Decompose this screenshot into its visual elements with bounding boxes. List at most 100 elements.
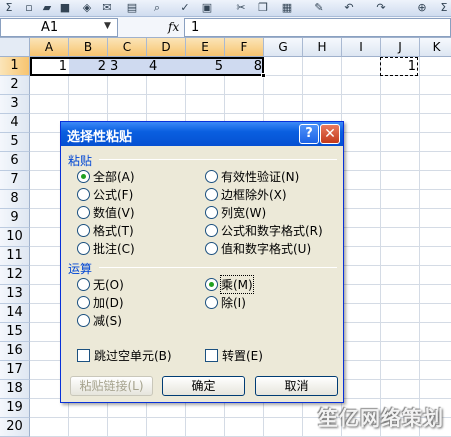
cut-icon[interactable]: ✂ bbox=[234, 1, 248, 14]
redo-icon[interactable]: ↷ bbox=[374, 1, 388, 14]
radio-paste-formats[interactable]: 格式(T) bbox=[77, 222, 134, 238]
radio-operation-multiply[interactable]: 乘(M) bbox=[205, 274, 254, 294]
radio-paste-values[interactable]: 数值(V) bbox=[77, 204, 135, 220]
email-icon[interactable]: ✉ bbox=[100, 1, 114, 14]
cell-a1[interactable]: 1 bbox=[30, 58, 69, 75]
copy-icon[interactable]: ❐ bbox=[256, 1, 270, 14]
column-header-e[interactable]: E bbox=[186, 38, 225, 57]
column-header-i[interactable]: I bbox=[342, 38, 381, 57]
row-header-11[interactable]: 11 bbox=[0, 247, 30, 266]
row-header-1[interactable]: 1 bbox=[0, 57, 30, 76]
row-header-8[interactable]: 8 bbox=[0, 190, 30, 209]
gridline bbox=[419, 57, 420, 437]
cell-c1[interactable]: 3 bbox=[108, 58, 147, 75]
column-header-b[interactable]: B bbox=[69, 38, 108, 57]
name-box[interactable]: A1 bbox=[0, 18, 118, 37]
new-file-icon[interactable]: ▫ bbox=[22, 1, 36, 14]
research-icon[interactable]: ▣ bbox=[200, 1, 214, 14]
radio-paste-all-except-borders[interactable]: 边框除外(X) bbox=[205, 186, 287, 202]
row-header-18[interactable]: 18 bbox=[0, 380, 30, 399]
column-header-f[interactable]: F bbox=[225, 38, 264, 57]
column-header-a[interactable]: A bbox=[30, 38, 69, 57]
select-all-corner[interactable] bbox=[0, 38, 30, 57]
radio-paste-formulas-and-number-formats[interactable]: 公式和数字格式(R) bbox=[205, 222, 323, 238]
column-header-j[interactable]: J bbox=[381, 38, 420, 57]
radio-operation-add[interactable]: 加(D) bbox=[77, 294, 124, 310]
watermark: 笙亿网络策划 bbox=[318, 406, 444, 430]
radio-label: 数值(V) bbox=[93, 205, 135, 220]
divider bbox=[99, 267, 337, 268]
save-icon[interactable]: ■ bbox=[58, 1, 72, 14]
permission-icon[interactable]: ◈ bbox=[80, 1, 94, 14]
row-header-14[interactable]: 14 bbox=[0, 304, 30, 323]
row-header-4[interactable]: 4 bbox=[0, 114, 30, 133]
transpose-checkbox[interactable]: 转置(E) bbox=[205, 347, 263, 363]
checkbox-label: 转置(E) bbox=[222, 348, 263, 363]
autosum-icon[interactable]: Σ bbox=[2, 1, 16, 14]
column-header-c[interactable]: C bbox=[108, 38, 147, 57]
row-header-9[interactable]: 9 bbox=[0, 209, 30, 228]
cell-e1[interactable]: 5 bbox=[186, 58, 225, 75]
cancel-button[interactable]: 取消 bbox=[255, 376, 338, 396]
radio-icon bbox=[205, 295, 218, 309]
insert-function-icon[interactable]: fx bbox=[168, 20, 179, 34]
row-header-17[interactable]: 17 bbox=[0, 361, 30, 380]
radio-paste-validation[interactable]: 有效性验证(N) bbox=[205, 168, 299, 184]
print-preview-icon[interactable]: ⌕ bbox=[150, 1, 164, 14]
open-folder-icon[interactable]: ▰ bbox=[40, 1, 54, 14]
row-header-16[interactable]: 16 bbox=[0, 342, 30, 361]
gridline bbox=[30, 94, 451, 95]
format-painter-icon[interactable]: ✎ bbox=[312, 1, 326, 14]
row-header-10[interactable]: 10 bbox=[0, 228, 30, 247]
row-header-15[interactable]: 15 bbox=[0, 323, 30, 342]
row-header-2[interactable]: 2 bbox=[0, 76, 30, 95]
row-header-7[interactable]: 7 bbox=[0, 171, 30, 190]
row-header-19[interactable]: 19 bbox=[0, 399, 30, 418]
dialog-title-bar[interactable]: 选择性粘贴 ? ✕ bbox=[61, 122, 343, 146]
column-header-h[interactable]: H bbox=[303, 38, 342, 57]
cell-f1[interactable]: 8 bbox=[225, 58, 264, 75]
gridline bbox=[30, 113, 451, 114]
paste-link-button[interactable]: 粘贴链接(L) bbox=[70, 376, 153, 396]
radio-label: 边框除外(X) bbox=[221, 187, 287, 202]
row-header-6[interactable]: 6 bbox=[0, 152, 30, 171]
help-button[interactable]: ? bbox=[299, 124, 319, 144]
radio-paste-all[interactable]: 全部(A) bbox=[77, 168, 135, 184]
cell-d1[interactable]: 4 bbox=[147, 58, 186, 75]
column-header-k[interactable]: K bbox=[420, 38, 451, 57]
paste-icon[interactable]: ▦ bbox=[280, 1, 294, 14]
row-header-20[interactable]: 20 bbox=[0, 418, 30, 437]
row-header-13[interactable]: 13 bbox=[0, 285, 30, 304]
radio-operation-none[interactable]: 无(O) bbox=[77, 276, 124, 292]
checkbox-icon bbox=[205, 348, 218, 362]
ok-button[interactable]: 确定 bbox=[162, 376, 245, 396]
radio-paste-values-and-number-formats[interactable]: 值和数字格式(U) bbox=[205, 240, 311, 256]
radio-paste-formulas[interactable]: 公式(F) bbox=[77, 186, 133, 202]
radio-paste-column-widths[interactable]: 列宽(W) bbox=[205, 204, 266, 220]
column-header-g[interactable]: G bbox=[264, 38, 303, 57]
radio-paste-comments[interactable]: 批注(C) bbox=[77, 240, 135, 256]
radio-icon bbox=[205, 205, 218, 219]
radio-icon bbox=[77, 313, 90, 327]
column-header-d[interactable]: D bbox=[147, 38, 186, 57]
radio-operation-divide[interactable]: 除(I) bbox=[205, 294, 246, 310]
print-icon[interactable]: ▤ bbox=[125, 1, 139, 14]
radio-icon bbox=[77, 205, 90, 219]
dialog-title: 选择性粘贴 bbox=[67, 130, 133, 145]
radio-label: 乘(M) bbox=[220, 274, 254, 294]
close-button[interactable]: ✕ bbox=[320, 124, 340, 144]
cell-b1[interactable]: 2 bbox=[69, 58, 108, 75]
row-header-5[interactable]: 5 bbox=[0, 133, 30, 152]
hyperlink-icon[interactable]: ⊕ bbox=[415, 1, 429, 14]
skip-blanks-checkbox[interactable]: 跳过空单元(B) bbox=[77, 347, 172, 363]
autosum-dropdown-icon[interactable]: Σ bbox=[437, 1, 451, 14]
row-header-3[interactable]: 3 bbox=[0, 95, 30, 114]
undo-icon[interactable]: ↶ bbox=[342, 1, 356, 14]
radio-operation-subtract[interactable]: 减(S) bbox=[77, 312, 122, 328]
row-header-12[interactable]: 12 bbox=[0, 266, 30, 285]
chevron-down-icon[interactable]: ▼ bbox=[104, 21, 111, 31]
spelling-icon[interactable]: ✓ bbox=[178, 1, 192, 14]
radio-label: 减(S) bbox=[93, 313, 122, 328]
cell-j1[interactable]: 1 bbox=[380, 58, 418, 75]
formula-input[interactable]: 1 bbox=[184, 18, 451, 37]
